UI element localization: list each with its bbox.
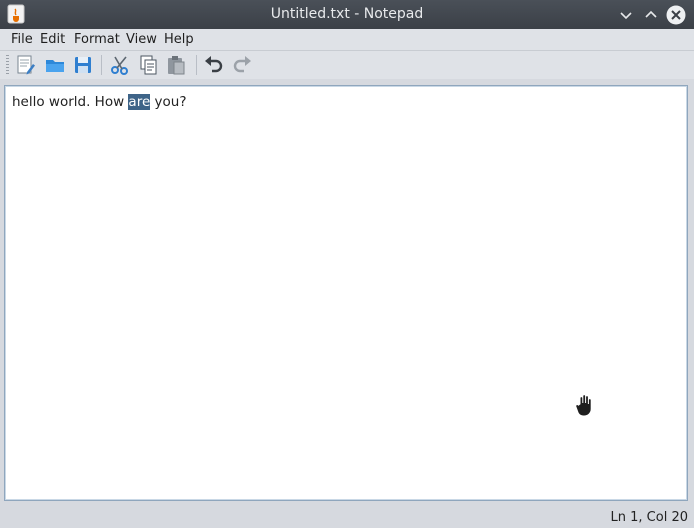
status-bar: Ln 1, Col 20: [0, 503, 694, 528]
editor-content[interactable]: hello world. How are you?: [12, 94, 187, 110]
minimize-button[interactable]: [615, 4, 637, 26]
title-bar[interactable]: Untitled.txt - Notepad: [0, 0, 694, 29]
maximize-button[interactable]: [640, 4, 662, 26]
redo-icon[interactable]: [231, 54, 253, 76]
open-folder-icon[interactable]: [44, 54, 66, 76]
editor-text-before: hello world. How: [12, 94, 129, 110]
copy-icon[interactable]: [137, 54, 159, 76]
menu-format[interactable]: Format: [74, 32, 120, 47]
window-title: Untitled.txt - Notepad: [270, 6, 424, 22]
menu-help[interactable]: Help: [164, 32, 194, 47]
toolbar-grip[interactable]: [6, 55, 9, 75]
paste-icon[interactable]: [165, 54, 187, 76]
hand-cursor-icon: [575, 394, 592, 417]
cursor-position: Ln 1, Col 20: [610, 510, 688, 525]
toolbar-separator: [101, 55, 102, 75]
selected-text[interactable]: are: [128, 94, 151, 110]
cut-icon[interactable]: [109, 54, 131, 76]
save-icon[interactable]: [72, 54, 94, 76]
toolbar-separator: [196, 55, 197, 75]
new-file-icon[interactable]: [15, 54, 37, 76]
menu-bar: File Edit Format View Help: [0, 29, 694, 50]
menu-view[interactable]: View: [126, 32, 157, 47]
text-editor[interactable]: hello world. How are you?: [4, 85, 688, 501]
undo-icon[interactable]: [203, 54, 225, 76]
menu-edit[interactable]: Edit: [40, 32, 65, 47]
editor-text-after: you?: [150, 94, 187, 110]
toolbar: [0, 50, 694, 79]
menu-file[interactable]: File: [11, 32, 33, 47]
close-button[interactable]: [665, 4, 687, 26]
